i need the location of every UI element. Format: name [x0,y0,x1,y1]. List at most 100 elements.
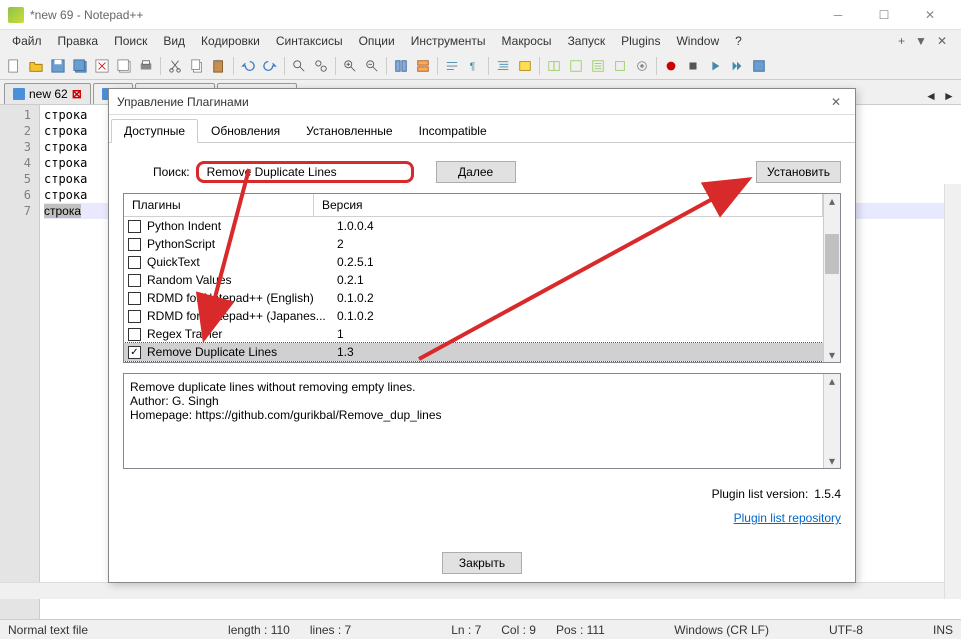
status-lines: lines : 7 [310,623,351,637]
plugin-row[interactable]: Random Values0.2.1 [124,271,823,289]
plugin-row[interactable]: RDMD for Notepad++ (Japanes...0.1.0.2 [124,307,823,325]
dialog-titlebar: Управление Плагинами ✕ [109,89,855,115]
plugin-name: PythonScript [147,237,329,251]
menu-plugins[interactable]: Plugins [613,32,668,50]
plugin-row[interactable]: Python Indent1.0.0.4 [124,217,823,235]
vertical-scrollbar[interactable] [944,184,961,599]
tab-next-button[interactable]: ► [941,88,957,104]
wordwrap-button[interactable] [442,56,462,76]
menubar-x-button[interactable]: ✕ [937,34,947,48]
plugin-row[interactable]: RDMD for Notepad++ (English)0.1.0.2 [124,289,823,307]
plugin-row[interactable]: PythonScript2 [124,235,823,253]
tab-incompatible[interactable]: Incompatible [406,119,500,143]
dialog-close-button[interactable]: ✕ [825,95,847,109]
minimize-button[interactable]: ─ [815,0,861,30]
install-button[interactable]: Установить [756,161,841,183]
plugin-version: 1 [329,327,819,341]
language-button[interactable] [515,56,535,76]
undo-button[interactable] [238,56,258,76]
plugin-list-scrollbar[interactable]: ▴ ▾ [823,194,840,362]
stop-macro-button[interactable] [683,56,703,76]
menu-language[interactable]: Синтаксисы [268,32,351,50]
plugin-name: Random Values [147,273,329,287]
plugin-row[interactable]: Regex Trainer1 [124,325,823,343]
menubar-down-button[interactable]: ▼ [915,34,927,48]
column-header-name[interactable]: Плагины [124,194,314,216]
find-button[interactable] [289,56,309,76]
plugin-name: RDMD for Notepad++ (English) [147,291,329,305]
plugin-name: Regex Trainer [147,327,329,341]
sync-h-button[interactable] [413,56,433,76]
folder-button[interactable] [544,56,564,76]
save-all-button[interactable] [70,56,90,76]
function-list-button[interactable] [610,56,630,76]
paste-button[interactable] [209,56,229,76]
plugin-checkbox[interactable]: ✓ [128,346,141,359]
plugin-row[interactable]: ✓Remove Duplicate Lines1.3 [124,343,823,361]
file-tab[interactable]: new 62 ⊠ [4,83,91,104]
plugin-version: 2 [329,237,819,251]
allchars-button[interactable]: ¶ [464,56,484,76]
menu-encoding[interactable]: Кодировки [193,32,268,50]
plugin-checkbox[interactable] [128,328,141,341]
window-titlebar: *new 69 - Notepad++ ─ ☐ ✕ [0,0,961,30]
close-file-button[interactable] [92,56,112,76]
plugin-checkbox[interactable] [128,292,141,305]
save-macro-button[interactable] [749,56,769,76]
play-macro-button[interactable] [705,56,725,76]
cut-button[interactable] [165,56,185,76]
plugin-checkbox[interactable] [128,274,141,287]
save-button[interactable] [48,56,68,76]
redo-button[interactable] [260,56,280,76]
plugin-checkbox[interactable] [128,220,141,233]
new-file-button[interactable] [4,56,24,76]
menu-edit[interactable]: Правка [50,32,107,50]
doc-list-button[interactable] [588,56,608,76]
open-file-button[interactable] [26,56,46,76]
close-dialog-button[interactable]: Закрыть [442,552,522,574]
scrollbar-thumb[interactable] [825,234,839,274]
horizontal-scrollbar[interactable] [0,582,944,599]
menu-settings[interactable]: Опции [351,32,403,50]
preferences-button[interactable] [632,56,652,76]
status-encoding: UTF-8 [829,623,863,637]
description-scrollbar[interactable]: ▴ ▾ [823,374,840,468]
plugin-checkbox[interactable] [128,310,141,323]
maximize-button[interactable]: ☐ [861,0,907,30]
menu-run[interactable]: Запуск [560,32,614,50]
menu-macro[interactable]: Макросы [494,32,560,50]
menu-search[interactable]: Поиск [106,32,155,50]
tab-available[interactable]: Доступные [111,119,198,143]
menu-tools[interactable]: Инструменты [403,32,494,50]
close-button[interactable]: ✕ [907,0,953,30]
plugin-checkbox[interactable] [128,238,141,251]
sync-v-button[interactable] [391,56,411,76]
menu-view[interactable]: Вид [155,32,193,50]
close-all-button[interactable] [114,56,134,76]
plugin-search-input[interactable] [196,161,414,183]
tab-updates[interactable]: Обновления [198,119,293,143]
record-macro-button[interactable] [661,56,681,76]
plugin-list-repository-link[interactable]: Plugin list repository [734,511,841,525]
print-button[interactable] [136,56,156,76]
menu-help[interactable]: ? [727,32,750,50]
replace-button[interactable] [311,56,331,76]
zoom-in-button[interactable] [340,56,360,76]
play-multi-button[interactable] [727,56,747,76]
column-header-version[interactable]: Версия [314,194,823,216]
plugin-checkbox[interactable] [128,256,141,269]
close-icon[interactable]: ⊠ [72,87,82,101]
copy-button[interactable] [187,56,207,76]
plugin-row[interactable]: QuickText0.2.5.1 [124,253,823,271]
menu-window[interactable]: Window [668,32,727,50]
zoom-out-button[interactable] [362,56,382,76]
indent-guide-button[interactable] [493,56,513,76]
dialog-tabbar: Доступные Обновления Установленные Incom… [109,115,855,143]
next-button[interactable]: Далее [436,161,516,183]
doc-map-button[interactable] [566,56,586,76]
tab-prev-button[interactable]: ◄ [923,88,939,104]
menu-file[interactable]: Файл [4,32,50,50]
plugin-list: Плагины Версия Python Indent1.0.0.4Pytho… [123,193,841,363]
menubar-plus-button[interactable]: + [898,34,905,48]
tab-installed[interactable]: Установленные [293,119,405,143]
